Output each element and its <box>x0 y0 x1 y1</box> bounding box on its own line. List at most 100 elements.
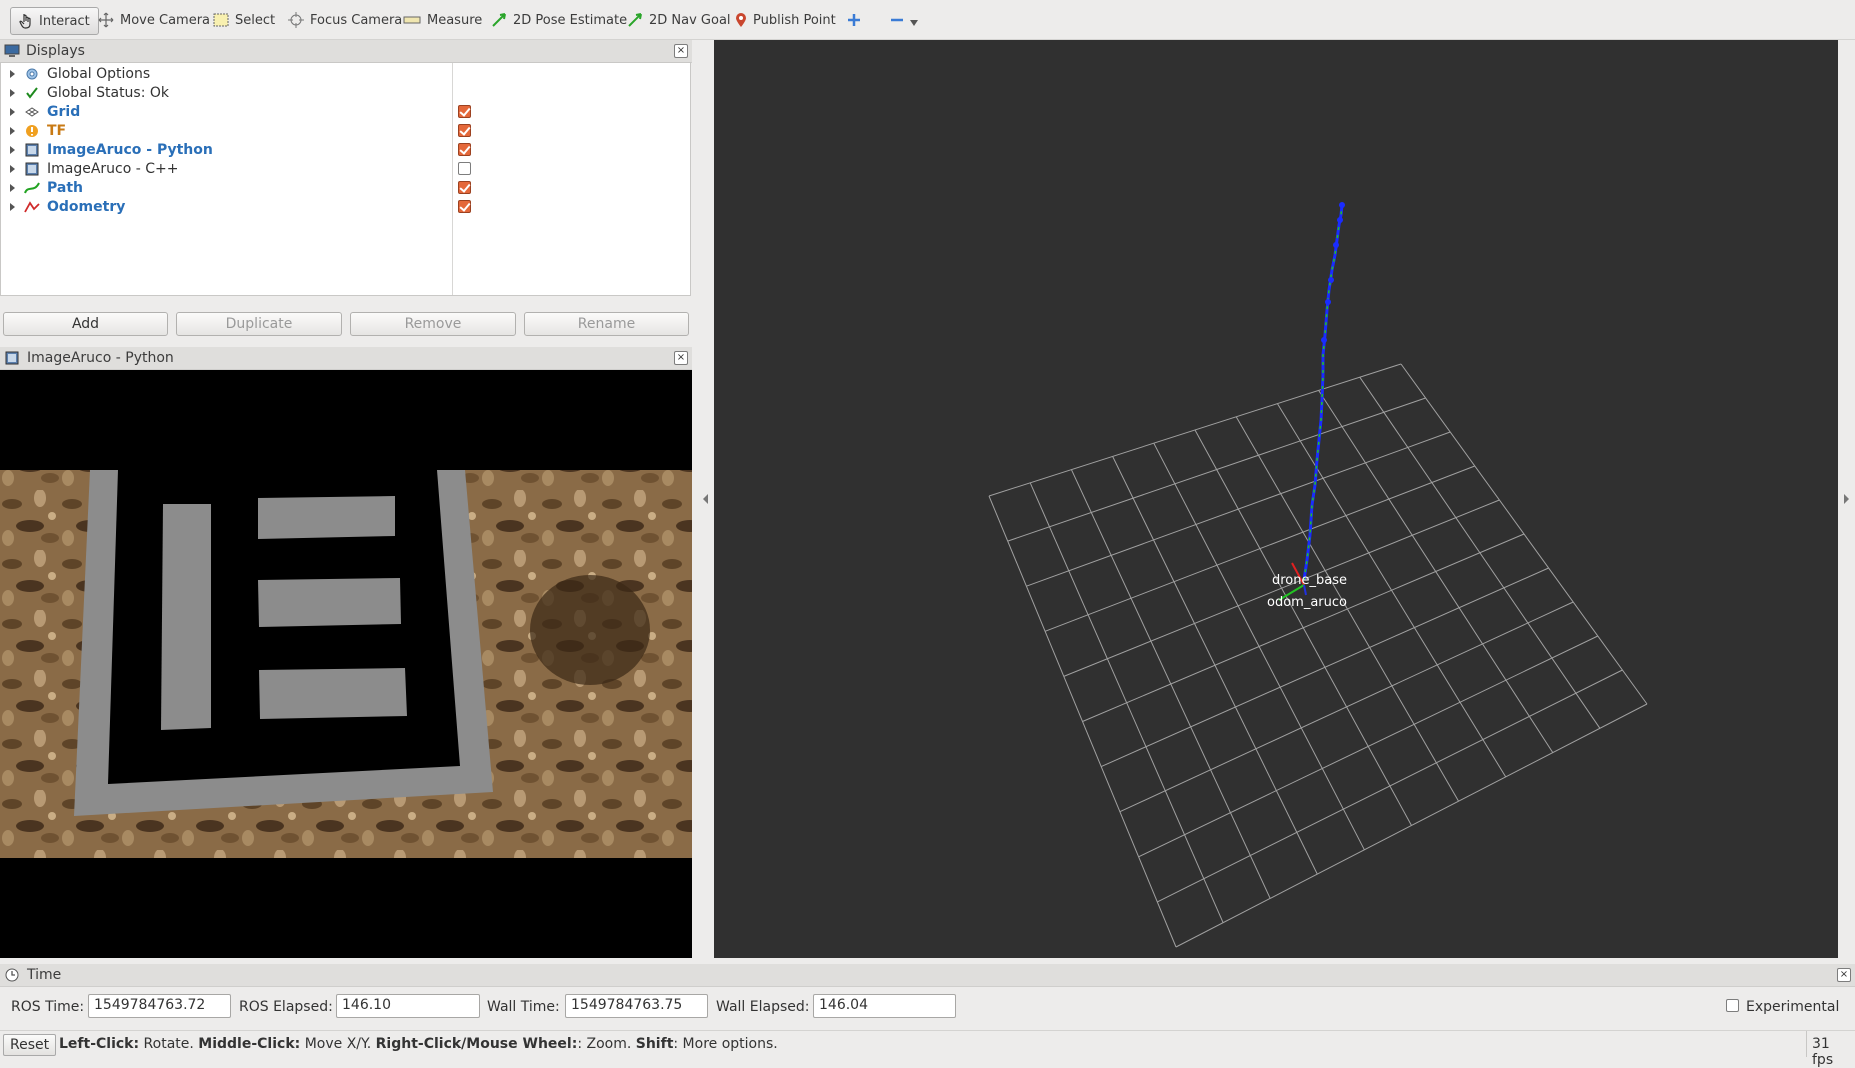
path-point <box>1325 299 1331 305</box>
collapse-left-icon[interactable] <box>702 493 710 505</box>
tool-label: 2D Pose Estimate <box>513 12 628 28</box>
display-enable-checkbox[interactable] <box>458 181 471 194</box>
ros-time-label: ROS Time: <box>11 999 85 1015</box>
clock-icon <box>5 968 19 982</box>
rename-display-button[interactable]: Rename <box>524 312 689 336</box>
reset-button[interactable]: Reset <box>3 1034 57 1056</box>
close-icon[interactable]: × <box>674 44 688 58</box>
remove-display-button[interactable]: Remove <box>350 312 516 336</box>
tool-interact[interactable]: Interact <box>10 7 99 35</box>
hint-shift: Shift <box>635 1036 674 1052</box>
experimental-checkbox[interactable] <box>1726 999 1739 1012</box>
display-item-path[interactable]: Path <box>1 178 690 197</box>
hint-left-click: Left-Click: <box>59 1036 140 1052</box>
3d-scene: drone_base odom_aruco <box>988 202 1648 948</box>
hint-more: : More options. <box>673 1036 778 1052</box>
wall-time-field[interactable]: 1549784763.75 <box>565 994 708 1018</box>
display-item-grid[interactable]: Grid <box>1 102 690 121</box>
tool-label: Focus Camera <box>310 12 403 28</box>
display-item-label: ImageAruco - C++ <box>47 160 179 177</box>
tool-label: Interact <box>39 13 90 29</box>
path-point <box>1328 277 1334 283</box>
ros-elapsed-label: ROS Elapsed: <box>239 999 333 1015</box>
wall-elapsed-label: Wall Elapsed: <box>716 999 810 1015</box>
wall-elapsed-field[interactable]: 146.04 <box>813 994 956 1018</box>
path-point <box>1333 242 1339 248</box>
display-enable-checkbox[interactable] <box>458 143 471 156</box>
ros-elapsed-field[interactable]: 146.10 <box>336 994 480 1018</box>
select-icon <box>213 13 229 27</box>
grid-icon <box>24 104 40 120</box>
camera-image <box>0 470 692 858</box>
close-icon[interactable]: × <box>1837 968 1851 982</box>
expand-arrow-icon[interactable] <box>10 88 15 97</box>
path-point <box>1321 337 1327 343</box>
close-icon[interactable]: × <box>674 351 688 365</box>
expand-arrow-icon[interactable] <box>10 164 15 173</box>
display-item-label: Odometry <box>47 198 126 215</box>
experimental-label: Experimental <box>1746 999 1840 1015</box>
expand-arrow-icon[interactable] <box>10 107 15 116</box>
wall-time-label: Wall Time: <box>487 999 560 1015</box>
image-panel-title: ImageAruco - Python <box>27 350 174 366</box>
ros-time-field[interactable]: 1549784763.72 <box>88 994 231 1018</box>
monitor-icon <box>4 44 20 57</box>
display-item-imagearuco-python[interactable]: ImageAruco - Python <box>1 140 690 159</box>
duplicate-display-button[interactable]: Duplicate <box>176 312 342 336</box>
displays-panel-header: Displays × <box>0 40 692 63</box>
grid-line <box>1276 403 1507 778</box>
grid-line <box>1138 635 1599 858</box>
main-toolbar: Interact Move Camera Select Focus Camera… <box>0 0 1855 40</box>
plus-icon <box>848 14 860 26</box>
grid-line <box>1400 363 1648 705</box>
minus-icon <box>891 18 903 22</box>
image-icon <box>5 351 19 365</box>
hint-rotate: Rotate. <box>139 1036 199 1052</box>
expand-arrow-icon[interactable] <box>10 69 15 78</box>
tool-2d-nav-goal[interactable]: 2D Nav Goal <box>627 7 731 33</box>
expand-arrow-icon[interactable] <box>10 145 15 154</box>
camera-image-view[interactable] <box>0 370 692 958</box>
display-item-tf[interactable]: TF <box>1 121 690 140</box>
collapse-right-icon[interactable] <box>1842 493 1850 505</box>
status-hint: Left-Click: Rotate. Middle-Click: Move X… <box>59 1036 778 1052</box>
display-item-global-status[interactable]: Global Status: Ok <box>1 83 690 102</box>
hint-middle-click: Middle-Click: <box>198 1036 301 1052</box>
tool-label: Publish Point <box>753 12 836 28</box>
chevron-down-icon <box>910 20 918 26</box>
display-item-label: TF <box>47 122 67 139</box>
hint-move: Move X/Y. <box>300 1036 376 1052</box>
tool-2d-pose-estimate[interactable]: 2D Pose Estimate <box>491 7 627 33</box>
tool-move-camera[interactable]: Move Camera <box>98 7 210 33</box>
nav-goal-icon <box>628 13 642 27</box>
expand-arrow-icon[interactable] <box>10 126 15 135</box>
pose-estimate-icon <box>492 13 506 27</box>
expand-arrow-icon[interactable] <box>10 183 15 192</box>
path-point <box>1339 202 1345 208</box>
expand-arrow-icon[interactable] <box>10 202 15 211</box>
display-enable-checkbox[interactable] <box>458 162 471 175</box>
path-icon <box>24 180 40 196</box>
grid-line <box>1359 376 1601 729</box>
grid-line <box>1082 533 1525 722</box>
add-tool-button[interactable] <box>847 7 861 33</box>
add-display-button[interactable]: Add <box>3 312 168 336</box>
display-enable-checkbox[interactable] <box>458 200 471 213</box>
measure-icon <box>403 16 421 24</box>
hint-zoom: : Zoom. <box>577 1036 636 1052</box>
path-point <box>1337 217 1343 223</box>
image-icon <box>24 161 40 177</box>
tool-publish-point[interactable]: Publish Point <box>735 7 836 33</box>
remove-tool-button[interactable] <box>890 7 918 33</box>
grid-line <box>1157 669 1623 903</box>
display-item-imagearuco-cpp[interactable]: ImageAruco - C++ <box>1 159 690 178</box>
display-enable-checkbox[interactable] <box>458 124 471 137</box>
odometry-icon <box>24 199 40 215</box>
tool-select[interactable]: Select <box>213 7 275 33</box>
display-item-odometry[interactable]: Odometry <box>1 197 690 216</box>
tool-focus-camera[interactable]: Focus Camera <box>288 7 402 33</box>
tool-measure[interactable]: Measure <box>403 7 482 33</box>
display-item-global-options[interactable]: Global Options <box>1 64 690 83</box>
render-3d-view[interactable]: drone_base odom_aruco <box>714 40 1838 958</box>
display-enable-checkbox[interactable] <box>458 105 471 118</box>
